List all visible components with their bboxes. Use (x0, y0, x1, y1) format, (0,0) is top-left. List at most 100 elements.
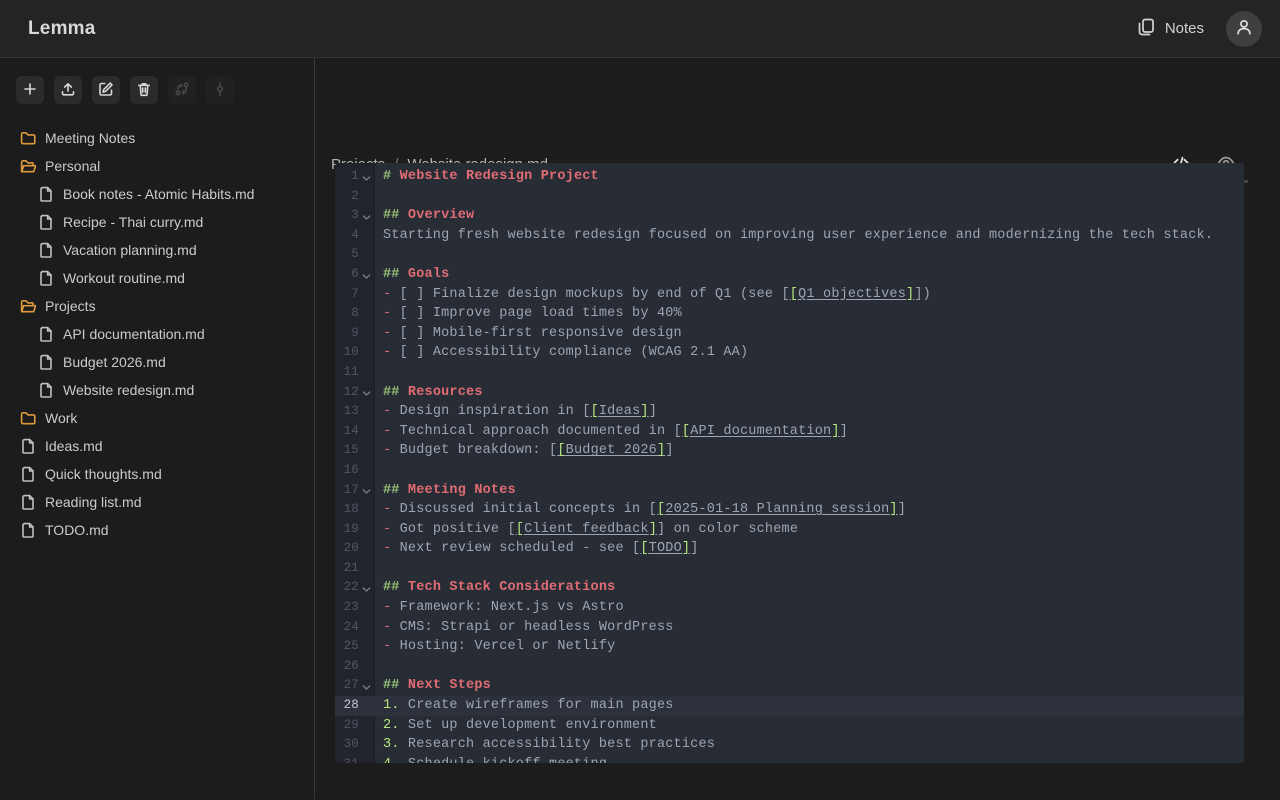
file-icon (20, 494, 36, 510)
editor-line-8[interactable]: 8- [ ] Improve page load times by 40% (335, 304, 1244, 324)
fold-chevron-icon[interactable] (359, 272, 373, 281)
editor-line-20[interactable]: 20- Next review scheduled - see [[TODO]] (335, 539, 1244, 559)
wiki-link[interactable]: [Budget 2026] (557, 443, 665, 458)
line-number: 20 (335, 539, 359, 559)
fold-chevron-icon[interactable] (359, 213, 373, 222)
line-number: 23 (335, 598, 359, 618)
editor-line-9[interactable]: 9- [ ] Mobile-first responsive design (335, 324, 1244, 344)
editor-line-29[interactable]: 292. Set up development environment (335, 716, 1244, 736)
gutter: 2 (335, 187, 375, 207)
fold-chevron-icon[interactable] (359, 683, 373, 692)
tree-item-label: TODO.md (45, 522, 109, 538)
sidebar-file-reading-list-md[interactable]: Reading list.md (0, 488, 314, 516)
line-number: 4 (335, 226, 359, 246)
markdown-editor[interactable]: 1# Website Redesign Project23## Overview… (335, 163, 1244, 763)
sidebar-file-ideas-md[interactable]: Ideas.md (0, 432, 314, 460)
sidebar-file-budget-2026-md[interactable]: Budget 2026.md (0, 348, 314, 376)
editor-line-31[interactable]: 314. Schedule kickoff meeting (335, 755, 1244, 763)
sidebar-folder-personal[interactable]: Personal (0, 152, 314, 180)
line-number: 28 (335, 696, 359, 716)
editor-line-17[interactable]: 17## Meeting Notes (335, 481, 1244, 501)
line-content: - [ ] Finalize design mockups by end of … (375, 285, 931, 305)
fold-chevron-icon[interactable] (359, 389, 373, 398)
fold-chevron-icon[interactable] (359, 487, 373, 496)
line-content: ## Resources (375, 383, 483, 403)
topbar-actions: Notes (1136, 11, 1262, 47)
sidebar-file-book-notes-atomic-habits-md[interactable]: Book notes - Atomic Habits.md (0, 180, 314, 208)
editor-line-11[interactable]: 11 (335, 363, 1244, 383)
fold-chevron-icon[interactable] (359, 585, 373, 594)
commit-button[interactable] (206, 76, 234, 104)
editor-line-5[interactable]: 5 (335, 245, 1244, 265)
sidebar-file-todo-md[interactable]: TODO.md (0, 516, 314, 544)
trash-icon (136, 81, 152, 100)
wiki-link[interactable]: [Q1 objectives] (790, 287, 915, 302)
sidebar-file-workout-routine-md[interactable]: Workout routine.md (0, 264, 314, 292)
line-content: - Budget breakdown: [[Budget 2026]] (375, 441, 674, 461)
editor-line-19[interactable]: 19- Got positive [[Client feedback]] on … (335, 520, 1244, 540)
editor-line-4[interactable]: 4 Starting fresh website redesign focused… (335, 226, 1244, 246)
sidebar-file-quick-thoughts-md[interactable]: Quick thoughts.md (0, 460, 314, 488)
editor-line-14[interactable]: 14 - Technical approach documented in [[A… (335, 422, 1244, 442)
wiki-link[interactable]: [Client feedback] (516, 522, 657, 537)
delete-button[interactable] (130, 76, 158, 104)
wiki-link[interactable]: [Ideas] (591, 404, 649, 419)
editor-line-23[interactable]: 23- Framework: Next.js vs Astro (335, 598, 1244, 618)
sidebar-folder-work[interactable]: Work (0, 404, 314, 432)
gutter: 24 (335, 618, 375, 638)
wiki-link[interactable]: [2025-01-18 Planning session] (657, 502, 898, 517)
editor-line-1[interactable]: 1# Website Redesign Project (335, 167, 1244, 187)
line-content: - [ ] Accessibility compliance (WCAG 2.1… (375, 343, 748, 363)
line-content (375, 559, 383, 579)
sidebar-file-api-documentation-md[interactable]: API documentation.md (0, 320, 314, 348)
line-content: ## Next Steps (375, 676, 491, 696)
editor-line-25[interactable]: 25- Hosting: Vercel or Netlify (335, 637, 1244, 657)
editor-line-2[interactable]: 2 (335, 187, 1244, 207)
line-number: 1 (335, 167, 359, 187)
edit-button[interactable] (92, 76, 120, 104)
line-number: 25 (335, 637, 359, 657)
user-avatar[interactable] (1226, 11, 1262, 47)
line-content: Starting fresh website redesign focused … (375, 226, 1213, 246)
editor-line-26[interactable]: 26 (335, 657, 1244, 677)
sidebar-folder-meeting-notes[interactable]: Meeting Notes (0, 124, 314, 152)
file-icon (20, 522, 36, 538)
sidebar-file-website-redesign-md[interactable]: Website redesign.md (0, 376, 314, 404)
file-icon (38, 270, 54, 286)
editor-line-12[interactable]: 12## Resources (335, 383, 1244, 403)
sidebar-file-vacation-planning-md[interactable]: Vacation planning.md (0, 236, 314, 264)
upload-button[interactable] (54, 76, 82, 104)
line-content: ## Overview (375, 206, 474, 226)
tree-item-label: Book notes - Atomic Habits.md (63, 186, 254, 202)
notes-button[interactable]: Notes (1136, 17, 1204, 41)
editor-line-30[interactable]: 303. Research accessibility best practic… (335, 735, 1244, 755)
compare-button[interactable] (168, 76, 196, 104)
gutter: 3 (335, 206, 375, 226)
editor-line-21[interactable]: 21 (335, 559, 1244, 579)
editor-line-15[interactable]: 15- Budget breakdown: [[Budget 2026]] (335, 441, 1244, 461)
gutter: 26 (335, 657, 375, 677)
editor-line-18[interactable]: 18- Discussed initial concepts in [[2025… (335, 500, 1244, 520)
gutter: 23 (335, 598, 375, 618)
line-number: 8 (335, 304, 359, 324)
file-icon (38, 326, 54, 342)
editor-line-6[interactable]: 6## Goals (335, 265, 1244, 285)
fold-chevron-icon[interactable] (359, 174, 373, 183)
sidebar-file-recipe-thai-curry-md[interactable]: Recipe - Thai curry.md (0, 208, 314, 236)
editor-line-7[interactable]: 7- [ ] Finalize design mockups by end of… (335, 285, 1244, 305)
line-content: ## Meeting Notes (375, 481, 516, 501)
wiki-link[interactable]: [API documentation] (682, 424, 840, 439)
line-content: - Technical approach documented in [[API… (375, 422, 848, 442)
editor-line-27[interactable]: 27## Next Steps (335, 676, 1244, 696)
editor-line-13[interactable]: 13- Design inspiration in [[Ideas]] (335, 402, 1244, 422)
editor-line-10[interactable]: 10- [ ] Accessibility compliance (WCAG 2… (335, 343, 1244, 363)
editor-line-16[interactable]: 16 (335, 461, 1244, 481)
editor-line-24[interactable]: 24- CMS: Strapi or headless WordPress (335, 618, 1244, 638)
new-note-button[interactable] (16, 76, 44, 104)
sidebar-folder-projects[interactable]: Projects (0, 292, 314, 320)
line-number: 14 (335, 422, 359, 442)
editor-line-28[interactable]: 281. Create wireframes for main pages (335, 696, 1244, 716)
editor-line-3[interactable]: 3## Overview (335, 206, 1244, 226)
editor-line-22[interactable]: 22## Tech Stack Considerations (335, 578, 1244, 598)
wiki-link[interactable]: [TODO] (640, 541, 690, 556)
